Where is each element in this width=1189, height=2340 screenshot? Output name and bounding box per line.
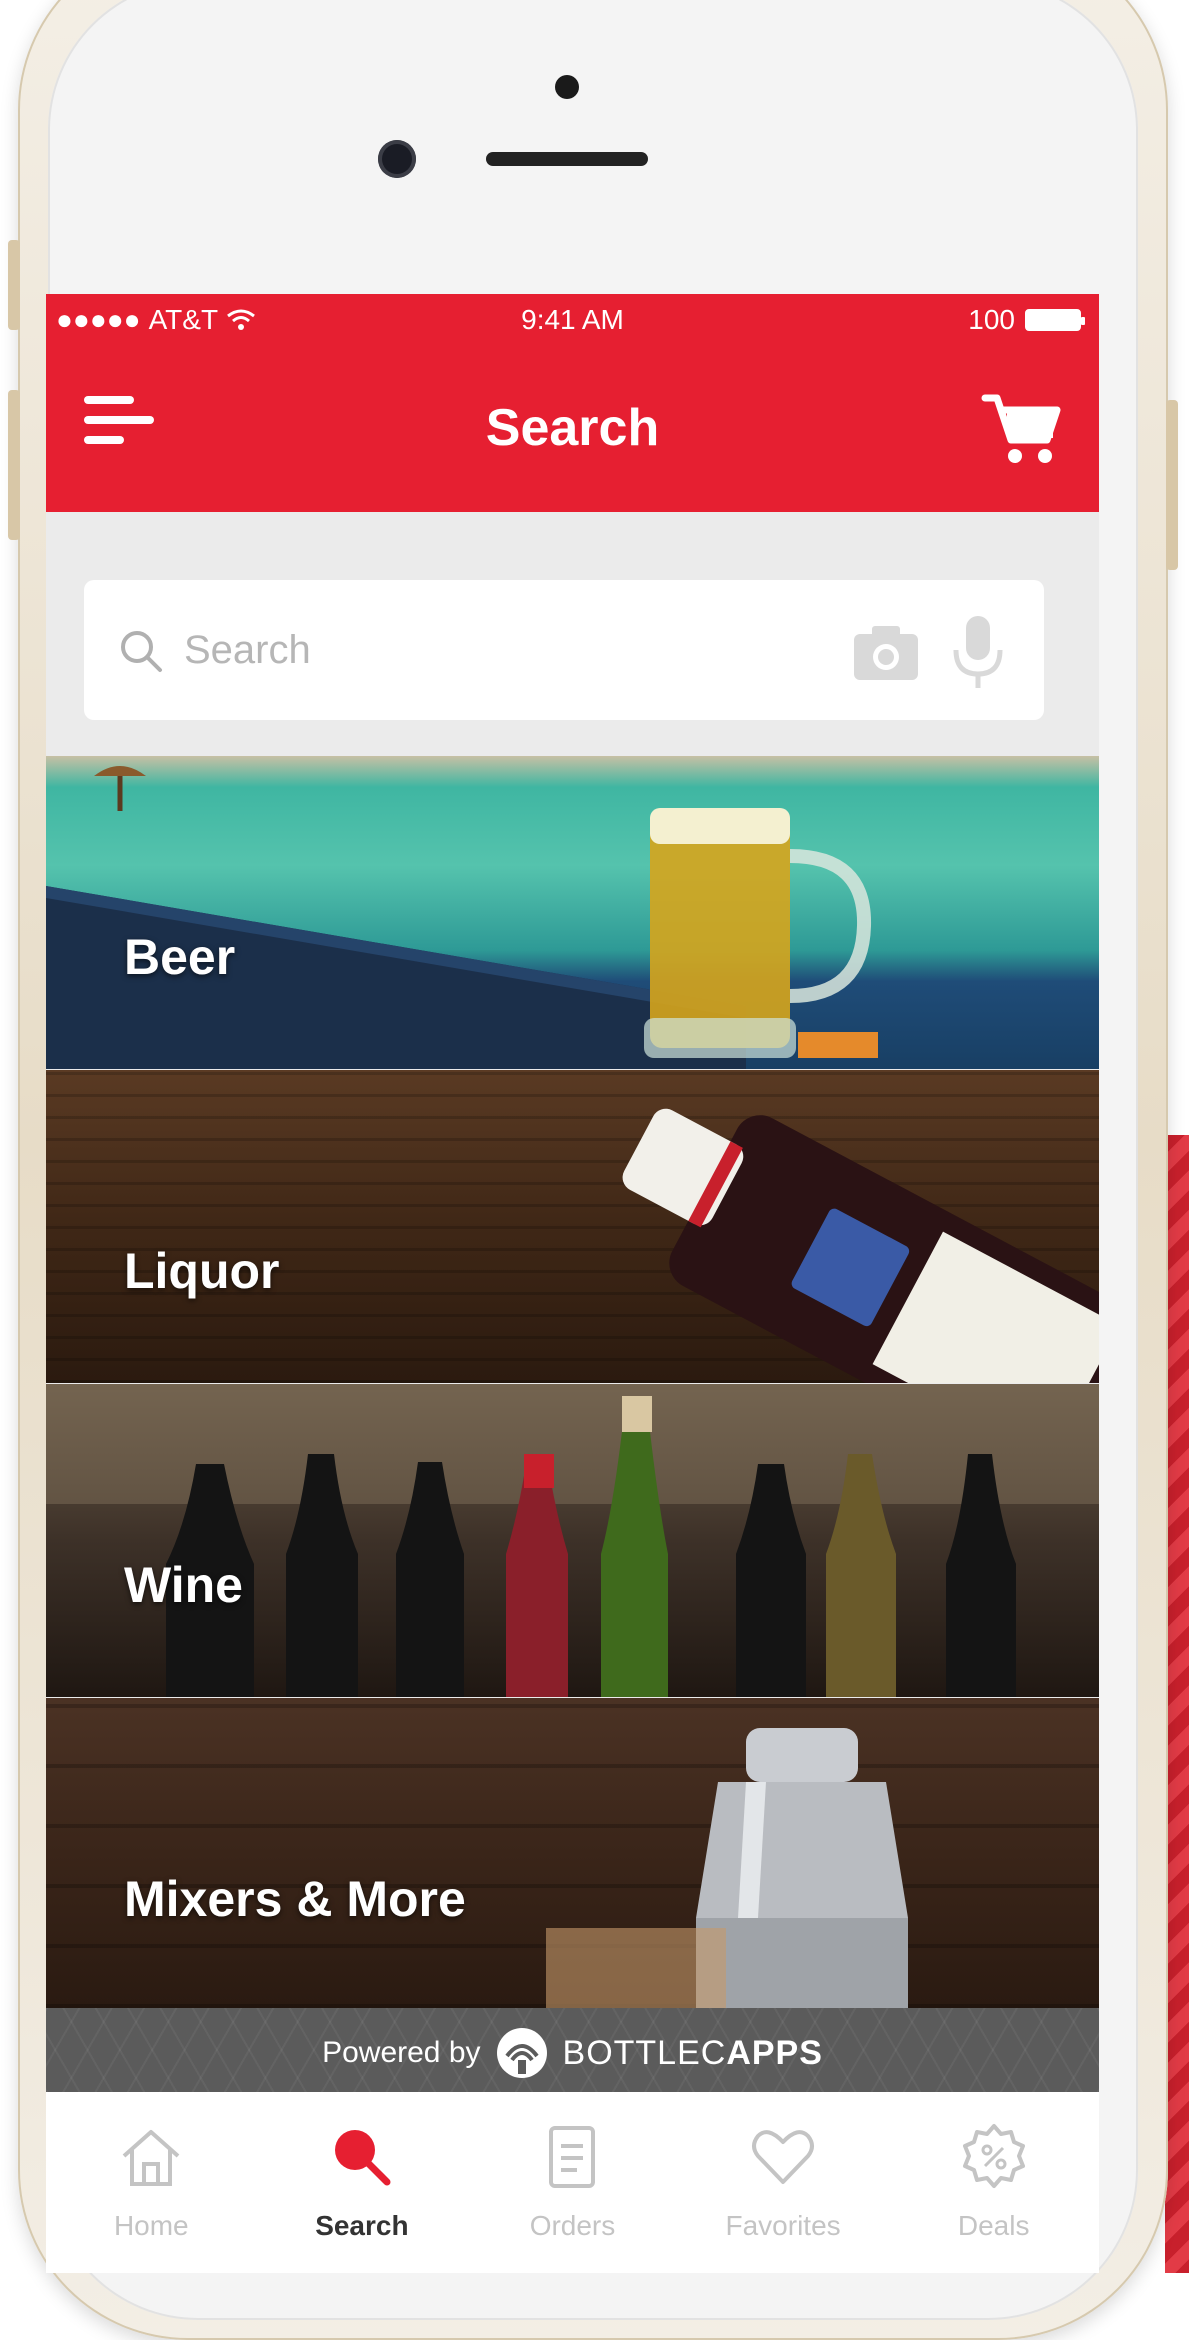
status-time: 9:41 AM [521,304,624,335]
deals-icon [962,2124,1025,2188]
tab-label: Orders [529,2210,616,2241]
wine-tile-art [46,1384,1099,1697]
powered-by-banner: Powered by BOTTLECAPPS [46,2008,1099,2092]
tab-search[interactable]: Search [257,2092,468,2273]
shopping-cart-icon[interactable] [981,392,1061,468]
earpiece-speaker [486,152,648,166]
search-icon [334,2130,391,2186]
powered-by-text: Powered by [322,2036,481,2069]
bottlecapps-logo-icon [496,2028,547,2078]
tab-label: Home [113,2210,189,2241]
bottom-tab-bar: Home Search Orders Favorites Deals [46,2092,1099,2273]
app-screen: ●●●●● AT&T 9:41 AM 100 Search Search Bee… [46,294,1099,2273]
power-button [1166,400,1178,570]
heart-icon [752,2130,815,2184]
tab-orders[interactable]: Orders [467,2092,678,2273]
battery-percent: 100 [968,304,1015,335]
tab-favorites[interactable]: Favorites [678,2092,889,2273]
brand-name: BOTTLECAPPS [563,2034,823,2073]
proximity-sensor [555,75,579,99]
tab-deals[interactable]: Deals [888,2092,1099,2273]
category-mixers-and-more[interactable]: Mixers & More [46,1698,1099,2008]
page-title: Search [485,399,660,457]
beer-tile-art [46,766,878,1069]
tab-label: Search [315,2210,409,2241]
orders-icon [549,2126,596,2188]
brand-name-light: BOTTLEC [562,2033,727,2072]
home-icon [122,2130,180,2186]
status-bar: ●●●●● AT&T 9:41 AM 100 [46,294,1099,344]
tab-home[interactable]: Home [46,2092,257,2273]
microphone-icon[interactable] [950,614,1006,690]
search-icon [121,631,162,672]
category-label: Beer [124,929,236,985]
powered-by-content: Powered by BOTTLECAPPS [46,2026,1099,2080]
camera-icon[interactable] [852,622,920,682]
category-beer[interactable]: Beer [46,756,1099,1069]
app-header: Search [46,344,1099,512]
status-right: 100 [968,304,1085,336]
category-wine[interactable]: Wine [46,1384,1099,1697]
decorative-side-pattern [1165,1135,1189,2273]
mute-switch [8,240,20,330]
brand-name-bold: APPS [726,2033,823,2072]
tab-label: Favorites [725,2210,841,2241]
liquor-tile-art [622,1108,1099,1383]
battery-icon [1025,309,1085,331]
mixers-tile-art [546,1728,908,2008]
category-label: Liquor [124,1243,280,1299]
tab-label: Deals [957,2210,1030,2241]
search-input[interactable] [182,610,742,690]
category-liquor[interactable]: Liquor [46,1070,1099,1383]
search-box [84,580,1044,720]
category-label: Wine [124,1557,243,1613]
front-camera [378,140,416,178]
category-label: Mixers & More [124,1871,466,1927]
volume-up-button [8,390,20,540]
